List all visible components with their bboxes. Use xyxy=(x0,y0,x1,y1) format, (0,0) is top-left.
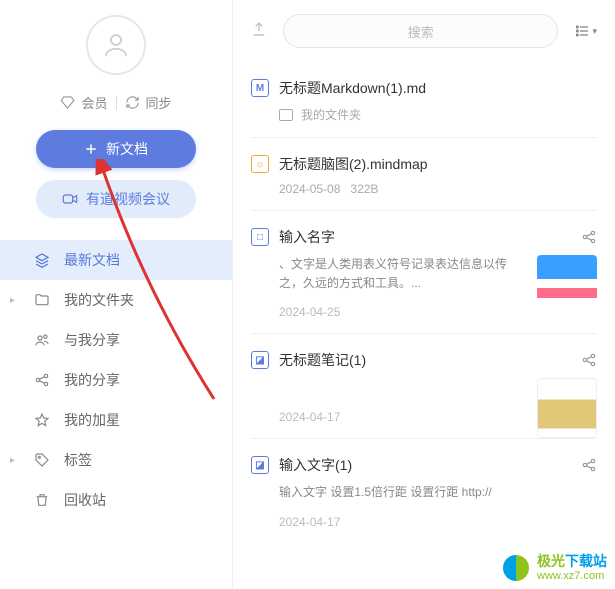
member-label: 会员 xyxy=(81,93,107,112)
nav-trash[interactable]: 回收站 xyxy=(0,480,232,520)
video-meeting-button[interactable]: 有道视频会议 xyxy=(36,180,196,218)
stack-icon xyxy=(34,252,50,268)
nav-myfiles-label: 我的文件夹 xyxy=(64,290,134,310)
doc-size: 322B xyxy=(350,182,378,196)
chevron-right-icon: ▸ xyxy=(10,455,15,466)
search-placeholder: 搜索 xyxy=(408,22,434,41)
new-doc-button[interactable]: 新文档 xyxy=(36,130,196,168)
share-icon[interactable] xyxy=(581,457,597,478)
folder-icon xyxy=(279,109,293,121)
member-link[interactable]: 会员 xyxy=(60,93,107,112)
upload-icon[interactable] xyxy=(251,21,267,42)
chevron-down-icon: ▾ xyxy=(592,26,597,37)
doc-icon: ◪ xyxy=(251,456,269,474)
user-icon xyxy=(101,30,131,60)
doc-meta: 2024-05-08 322B xyxy=(251,182,597,196)
main: 搜索 ▾ M 无标题Markdown(1).md 我的文件夹 ☼ 无标题脑图(2… xyxy=(232,0,615,589)
markdown-icon: M xyxy=(251,79,269,97)
doc-date: 2024-05-08 xyxy=(279,182,340,196)
nav-recent-label: 最新文档 xyxy=(64,250,120,270)
doc-title: 无标题Markdown(1).md xyxy=(279,78,426,98)
sync-link[interactable]: 同步 xyxy=(125,93,172,112)
divider xyxy=(116,96,117,110)
nav-shared-with-me[interactable]: 与我分享 xyxy=(0,320,232,360)
sync-label: 同步 xyxy=(146,93,172,112)
share-icon[interactable] xyxy=(581,229,597,250)
view-toggle[interactable]: ▾ xyxy=(574,23,597,39)
refresh-icon xyxy=(125,95,140,110)
nav-tags[interactable]: ▸ 标签 xyxy=(0,440,232,480)
doc-date: 2024-04-17 xyxy=(251,515,597,529)
nav-trash-label: 回收站 xyxy=(64,490,106,510)
nav-starred[interactable]: 我的加星 xyxy=(0,400,232,440)
new-doc-label: 新文档 xyxy=(106,139,148,159)
star-icon xyxy=(34,412,50,428)
doc-item[interactable]: □ 输入名字 、文字是人类用表义符号记录表达信息以传之，久远的方式和工具。...… xyxy=(251,211,597,334)
video-icon xyxy=(62,191,78,207)
nav-starred-label: 我的加星 xyxy=(64,410,120,430)
share-icon[interactable] xyxy=(581,352,597,373)
nav-recent[interactable]: 最新文档 xyxy=(0,240,232,280)
doc-list[interactable]: M 无标题Markdown(1).md 我的文件夹 ☼ 无标题脑图(2).min… xyxy=(233,62,615,589)
toolbar: 搜索 ▾ xyxy=(233,0,615,62)
video-meeting-label: 有道视频会议 xyxy=(86,189,170,209)
nav-my-shares[interactable]: 我的分享 xyxy=(0,360,232,400)
share-icon xyxy=(34,372,50,388)
folder-icon xyxy=(34,292,50,308)
sidebar: 会员 同步 新文档 有道视频会议 最新文档 ▸ 我的文件夹 与我分享 xyxy=(0,0,232,589)
search-input[interactable]: 搜索 xyxy=(283,14,558,48)
doc-title: 无标题笔记(1) xyxy=(279,350,366,370)
plus-icon xyxy=(84,142,98,156)
doc-folder-row: 我的文件夹 xyxy=(251,106,597,123)
users-icon xyxy=(34,332,50,348)
nav-myshares-label: 我的分享 xyxy=(64,370,120,390)
doc-preview: 输入文字 设置1.5倍行距 设置行距 http:// xyxy=(251,483,597,502)
doc-item[interactable]: ☼ 无标题脑图(2).mindmap 2024-05-08 322B xyxy=(251,138,597,211)
doc-icon: ◪ xyxy=(251,351,269,369)
doc-item[interactable]: ◪ 无标题笔记(1) 2024-04-17 xyxy=(251,334,597,439)
mindmap-icon: ☼ xyxy=(251,155,269,173)
doc-icon: □ xyxy=(251,228,269,246)
chevron-right-icon: ▸ xyxy=(10,295,15,306)
tag-icon xyxy=(34,452,50,468)
doc-folder-label: 我的文件夹 xyxy=(301,106,361,123)
nav-myfiles[interactable]: ▸ 我的文件夹 xyxy=(0,280,232,320)
status-row: 会员 同步 xyxy=(60,93,171,112)
doc-title: 无标题脑图(2).mindmap xyxy=(279,154,428,174)
doc-item[interactable]: ◪ 输入文字(1) 输入文字 设置1.5倍行距 设置行距 http:// 202… xyxy=(251,439,597,542)
doc-title: 输入名字 xyxy=(279,227,335,247)
doc-item[interactable]: M 无标题Markdown(1).md 我的文件夹 xyxy=(251,62,597,138)
nav-tags-label: 标签 xyxy=(64,450,92,470)
doc-title: 输入文字(1) xyxy=(279,455,352,475)
doc-thumbnail xyxy=(537,255,597,315)
diamond-icon xyxy=(60,95,75,110)
trash-icon xyxy=(34,492,50,508)
avatar[interactable] xyxy=(86,15,146,75)
doc-thumbnail xyxy=(537,378,597,438)
nav-shared-label: 与我分享 xyxy=(64,330,120,350)
side-nav: 最新文档 ▸ 我的文件夹 与我分享 我的分享 我的加星 ▸ 标签 回收站 xyxy=(0,240,232,520)
